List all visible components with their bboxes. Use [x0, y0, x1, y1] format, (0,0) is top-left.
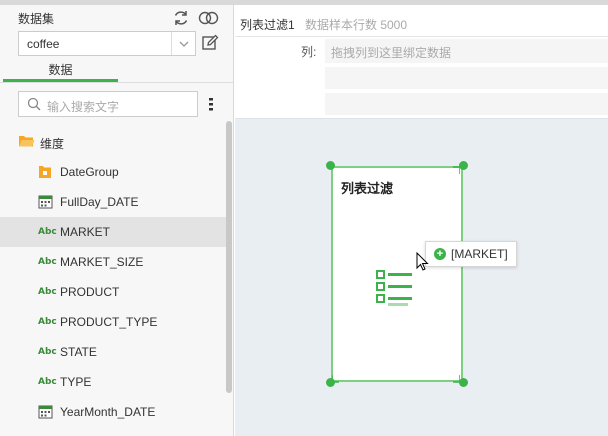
search-placeholder: 输入搜索文字 [47, 100, 120, 114]
refresh-icon[interactable] [172, 9, 190, 27]
folder-open-icon [19, 136, 35, 147]
dataset-select[interactable]: coffee [18, 31, 196, 56]
corner-mark-icon [453, 375, 460, 383]
mouse-cursor-icon [416, 252, 429, 271]
tree-item-market[interactable]: Abc MARKET [0, 217, 226, 247]
widget-title: 列表过滤 [341, 181, 394, 196]
resize-handle-top-left[interactable] [326, 161, 335, 170]
tree-item-label: PRODUCT_TYPE [60, 315, 158, 329]
drag-preview-label: [MARKET] [451, 247, 508, 261]
tree-item-label: PRODUCT [60, 285, 120, 299]
resize-handle-bottom-right[interactable] [459, 378, 468, 387]
tree-item-label: TYPE [60, 375, 92, 389]
calendar-icon [38, 405, 53, 419]
field-tree: 维度 DateGroup FullDay_DATE Abc MARKET Abc [0, 127, 226, 427]
list-filter-icon [376, 270, 412, 306]
chevron-down-icon[interactable] [171, 32, 195, 55]
tree-scrollbar[interactable] [226, 121, 232, 393]
binding-row-3[interactable] [325, 93, 608, 115]
tree-item-label: YearMonth_DATE [60, 405, 156, 419]
search-input[interactable]: 输入搜索文字 [18, 91, 198, 117]
corner-mark-icon [453, 166, 460, 174]
drop-zone-placeholder: 拖拽列到这里绑定数据 [331, 46, 452, 60]
calendar-icon [38, 195, 53, 209]
sample-rows-text: 数据样本行数 5000 [305, 18, 408, 32]
text-type-icon: Abc [38, 377, 57, 387]
edit-icon[interactable] [201, 34, 219, 52]
binding-row-2[interactable] [325, 67, 608, 89]
text-type-icon: Abc [38, 287, 57, 297]
tree-item-type[interactable]: Abc TYPE [0, 367, 226, 397]
corner-mark-icon [332, 375, 339, 383]
text-type-icon: Abc [38, 347, 57, 357]
tree-item-product[interactable]: Abc PRODUCT [0, 277, 226, 307]
search-icon [27, 97, 41, 111]
tree-folder-dimensions[interactable]: 维度 [0, 127, 226, 157]
component-name: 列表过滤1 [240, 18, 295, 32]
data-panel: 数据集 coffee 数据 输入搜索文字 维度 DateGroup FullDa… [0, 5, 234, 436]
plus-circle-icon: + [434, 248, 446, 260]
tree-item-dategroup[interactable]: DateGroup [0, 157, 226, 187]
text-type-icon: Abc [38, 227, 57, 237]
dataset-relation-icon[interactable] [198, 9, 220, 27]
column-drop-zone[interactable]: 拖拽列到这里绑定数据 [325, 39, 608, 63]
tree-item-market-size[interactable]: Abc MARKET_SIZE [0, 247, 226, 277]
divider [0, 82, 234, 83]
text-type-icon: Abc [38, 317, 57, 327]
resize-handle-top-right[interactable] [459, 161, 468, 170]
tree-folder-label: 维度 [40, 137, 65, 151]
tree-item-fullday-date[interactable]: FullDay_DATE [0, 187, 226, 217]
dataset-title: 数据集 [18, 12, 55, 26]
tree-item-label: FullDay_DATE [60, 195, 139, 209]
tree-item-product-type[interactable]: Abc PRODUCT_TYPE [0, 307, 226, 337]
column-binding-label: 列: [301, 45, 317, 59]
tree-item-label: DateGroup [60, 165, 119, 179]
dataset-select-value: coffee [27, 37, 60, 51]
group-icon [39, 166, 51, 178]
tree-item-label: MARKET_SIZE [60, 255, 144, 269]
more-menu-icon[interactable] [206, 95, 216, 113]
divider [235, 36, 608, 37]
tree-item-label: STATE [60, 345, 97, 359]
tree-item-label: MARKET [60, 225, 111, 239]
text-type-icon: Abc [38, 257, 57, 267]
drag-preview-tooltip: + [MARKET] [425, 241, 517, 267]
tree-item-state[interactable]: Abc STATE [0, 337, 226, 367]
tree-item-yearmonth-date[interactable]: YearMonth_DATE [0, 397, 226, 427]
